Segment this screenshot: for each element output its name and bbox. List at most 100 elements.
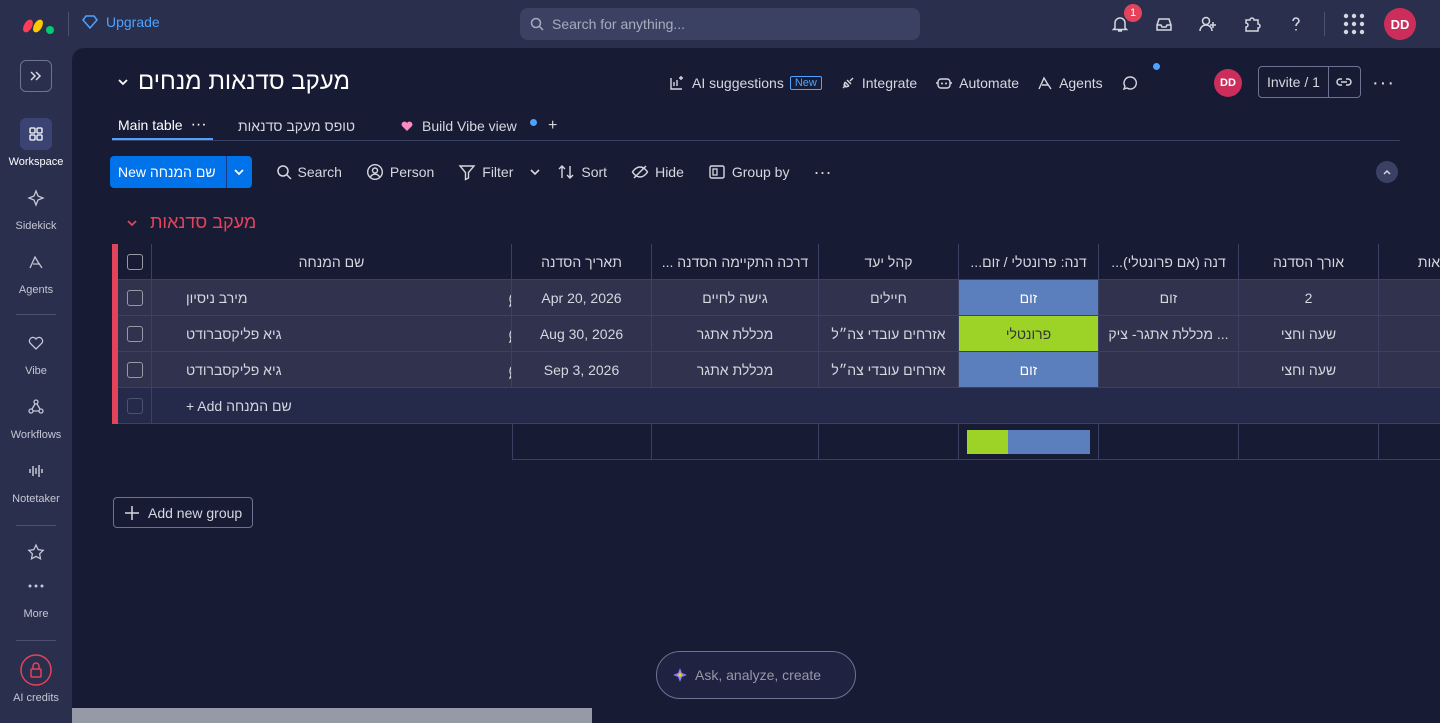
agents-button[interactable]: Agents (1037, 75, 1103, 91)
table-row[interactable]: מירב ניסיון Apr 20, 2026 גישה לחיים חייל… (112, 280, 1440, 316)
column-header-method[interactable]: ... דרכה התקיימה הסדנה (652, 244, 819, 280)
monday-logo[interactable] (22, 12, 56, 36)
copy-link-icon[interactable] (1327, 67, 1360, 97)
group-by-button[interactable]: Group by (708, 163, 790, 181)
location-cell[interactable]: מכללת אתגר- ציק ... (1099, 316, 1239, 352)
expand-sidebar-button[interactable] (20, 60, 52, 92)
format-status-cell[interactable]: פרונטלי (959, 316, 1099, 352)
search-placeholder: Search for anything... (552, 16, 686, 32)
add-item-input[interactable]: + Add שם המנחה (152, 388, 1440, 424)
location-cell[interactable]: זום (1099, 280, 1239, 316)
date-cell[interactable]: Aug 30, 2026 (512, 316, 652, 352)
row-checkbox[interactable] (126, 289, 143, 306)
add-new-group-button[interactable]: Add new group (113, 497, 254, 528)
new-item-button[interactable]: New שם המנחה (110, 156, 252, 188)
tab-form[interactable]: טופס מעקב סדנאות (238, 112, 355, 140)
sort-label: Sort (581, 164, 608, 180)
row-checkbox-cell[interactable] (118, 280, 152, 316)
method-cell[interactable]: מכללת אתגר (652, 352, 819, 388)
summary-cell (652, 424, 819, 460)
chevron-down-icon[interactable] (225, 156, 252, 188)
tab-main-table[interactable]: Main table ··· (112, 112, 213, 140)
table-row[interactable]: גיא פליקסברודט Aug 30, 2026 מכללת אתגר א… (112, 316, 1440, 352)
length-cell[interactable]: שעה וחצי (1239, 352, 1379, 388)
chevron-down-icon[interactable] (126, 217, 138, 229)
sidebar-item-workflows[interactable]: Workflows (0, 391, 72, 441)
format-summary-cell[interactable] (959, 424, 1099, 460)
global-search-input[interactable]: Search for anything... (520, 8, 920, 40)
name-cell[interactable]: גיא פליקסברודט (152, 352, 512, 388)
next-cell[interactable] (1379, 316, 1440, 352)
ai-suggestions-button[interactable]: AI suggestions New (668, 74, 822, 92)
sidebar-item-workspace[interactable]: Workspace (0, 118, 72, 168)
length-cell[interactable]: שעה וחצי (1239, 316, 1379, 352)
sidebar-item-sidekick[interactable]: Sidekick (0, 182, 72, 232)
name-cell[interactable]: גיא פליקסברודט (152, 316, 512, 352)
method-cell[interactable]: גישה לחיים (652, 280, 819, 316)
audience-cell[interactable]: חיילים (819, 280, 959, 316)
board-more-options-icon[interactable]: ··· (1372, 72, 1395, 95)
collapse-header-button[interactable] (1376, 161, 1398, 183)
sidebar-item-more[interactable]: More (0, 570, 72, 620)
invite-members-icon[interactable] (1196, 12, 1220, 36)
toolbar-more-icon[interactable]: ··· (813, 162, 831, 183)
name-cell[interactable]: מירב ניסיון (152, 280, 512, 316)
format-status-cell[interactable]: זום (959, 352, 1099, 388)
group-by-label: Group by (731, 164, 790, 180)
length-cell[interactable]: 2 (1239, 280, 1379, 316)
column-header-next[interactable]: אות (1379, 244, 1440, 280)
integrate-button[interactable]: Integrate (840, 75, 917, 91)
row-checkbox-cell[interactable] (118, 316, 152, 352)
automate-button[interactable]: Automate (935, 75, 1019, 91)
sidebar-item-vibe[interactable]: Vibe (0, 327, 72, 377)
column-header-audience[interactable]: קהל יעד (819, 244, 959, 280)
inbox-icon[interactable] (1152, 12, 1176, 36)
audience-cell[interactable]: אזרחים עובדי צה״ל (819, 316, 959, 352)
audience-cell[interactable]: אזרחים עובדי צה״ל (819, 352, 959, 388)
format-status-cell[interactable]: זום (959, 280, 1099, 316)
next-cell[interactable] (1379, 352, 1440, 388)
board-title[interactable]: מעקב סדנאות מנחים (116, 68, 350, 96)
select-all-checkbox[interactable] (126, 253, 143, 270)
horizontal-scrollbar[interactable] (72, 708, 592, 723)
column-header-format[interactable]: ...דנה: פרונטלי / זום (959, 244, 1099, 280)
location-cell[interactable] (1099, 352, 1239, 388)
row-checkbox[interactable] (126, 325, 143, 342)
sidebar-item-ai-credits[interactable]: AI credits (0, 654, 72, 704)
ask-ai-input[interactable]: Ask, analyze, create (656, 651, 856, 699)
board-member-avatar[interactable]: DD (1214, 69, 1242, 97)
user-avatar[interactable]: DD (1384, 8, 1416, 40)
group-header[interactable]: מעקב סדנאות (126, 212, 256, 233)
sidebar-item-agents[interactable]: Agents (0, 246, 72, 296)
next-cell[interactable] (1379, 280, 1440, 316)
sidebar-item-favorites[interactable] (0, 536, 72, 568)
upgrade-button[interactable]: Upgrade (82, 14, 160, 30)
row-checkbox-cell[interactable] (118, 352, 152, 388)
search-button[interactable]: Search (276, 164, 342, 180)
apps-puzzle-icon[interactable] (1240, 12, 1264, 36)
invite-button[interactable]: Invite / 1 (1258, 66, 1361, 98)
column-header-date[interactable]: תאריך הסדנה (512, 244, 652, 280)
add-view-plus-icon[interactable]: + (548, 112, 557, 140)
date-cell[interactable]: Sep 3, 2026 (512, 352, 652, 388)
apps-grid-icon[interactable] (1342, 12, 1366, 36)
select-all-cell[interactable] (118, 244, 152, 280)
column-header-location[interactable]: ...דנה (אם פרונטלי) (1099, 244, 1239, 280)
tab-options-icon[interactable]: ··· (191, 116, 207, 134)
table-row[interactable]: גיא פליקסברודט Sep 3, 2026 מכללת אתגר אז… (112, 352, 1440, 388)
person-icon (366, 163, 383, 181)
tab-build-vibe-view[interactable]: Build Vibe view (400, 112, 517, 140)
sort-button[interactable]: Sort (557, 163, 607, 181)
hide-button[interactable]: Hide (631, 163, 684, 181)
column-header-name[interactable]: שם המנחה (152, 244, 512, 280)
method-cell[interactable]: מכללת אתגר (652, 316, 819, 352)
person-filter-button[interactable]: Person (366, 163, 434, 181)
column-header-length[interactable]: אורך הסדנה (1239, 244, 1379, 280)
sidebar-item-notetaker[interactable]: Notetaker (0, 455, 72, 505)
date-cell[interactable]: Apr 20, 2026 (512, 280, 652, 316)
help-icon[interactable] (1284, 12, 1308, 36)
chevron-down-icon[interactable] (529, 166, 541, 178)
row-checkbox[interactable] (126, 361, 143, 378)
updates-button[interactable] (1121, 74, 1139, 92)
filter-button[interactable]: Filter (458, 163, 541, 181)
